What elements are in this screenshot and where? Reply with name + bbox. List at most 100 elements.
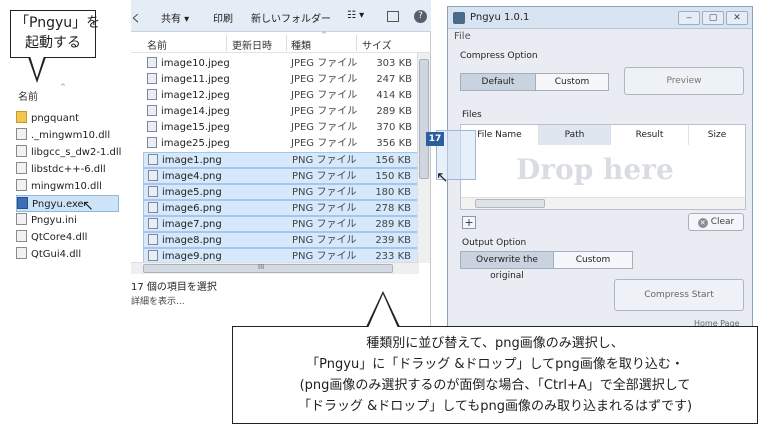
file-name: Pngyu.exe [32, 199, 84, 210]
new-folder-button[interactable]: 新しいフォルダー [251, 10, 331, 25]
file-type: JPEG ファイル [291, 138, 358, 149]
window-title: Pngyu 1.0.1 [470, 12, 530, 23]
view-options-button[interactable]: ☷ ▾ [347, 10, 364, 21]
drag-cursor-icon: ↖ [436, 168, 449, 186]
default-option-button[interactable]: Default [460, 73, 536, 91]
title-bar[interactable]: Pngyu 1.0.1 ‒ ▢ ✕ [448, 7, 752, 29]
file-item[interactable]: libstdc++-6.dll [16, 161, 119, 178]
scroll-thumb[interactable] [419, 59, 429, 179]
clear-button[interactable]: ✕ Clear [688, 213, 744, 231]
compress-option-label: Compress Option [460, 51, 538, 61]
overwrite-original-button[interactable]: Overwrite the original [460, 251, 554, 281]
file-row-selected[interactable]: image7.png PNG ファイル 289 KB [143, 216, 418, 232]
file-type: JPEG ファイル [291, 106, 358, 117]
column-header-result[interactable]: Result [611, 125, 689, 145]
output-custom-button[interactable]: Custom [553, 251, 633, 269]
left-column-header-name[interactable]: 名前 [18, 88, 38, 103]
column-header-size[interactable]: Size [689, 125, 745, 145]
file-type: PNG ファイル [292, 219, 357, 230]
file-type: JPEG ファイル [291, 58, 358, 69]
file-size: 414 KB [376, 90, 412, 101]
file-row[interactable]: image25.jpeg JPEG ファイル 356 KB [143, 136, 418, 152]
instruction-line-3: (png画像のみ選択するのが面倒な場合、「Ctrl+A」で全部選択して [299, 378, 691, 393]
preview-pane-icon[interactable] [387, 11, 399, 22]
file-name: libstdc++-6.dll [31, 164, 106, 175]
file-name: image1.png [162, 155, 222, 166]
file-name: image12.jpeg [161, 90, 230, 101]
file-item[interactable]: ._mingwm10.dll [16, 127, 119, 144]
explorer-toolbar: く 共有 ▾ 印刷 新しいフォルダー ☷ ▾ ? [131, 0, 431, 32]
file-row[interactable]: image10.jpeg JPEG ファイル 303 KB [143, 56, 418, 72]
file-name: image6.png [162, 203, 222, 214]
horizontal-scrollbar[interactable] [461, 197, 745, 209]
file-name: image15.jpeg [161, 122, 230, 133]
scroll-thumb[interactable]: III [143, 263, 393, 273]
file-item[interactable]: pngquant [16, 110, 119, 127]
dll-icon [16, 179, 27, 191]
file-row-selected[interactable]: image1.png PNG ファイル 156 KB [143, 152, 418, 168]
pngyu-window: Pngyu 1.0.1 ‒ ▢ ✕ File Compress Option D… [447, 6, 753, 332]
vertical-scrollbar[interactable] [417, 53, 430, 263]
callout-tail-inner [30, 56, 44, 78]
custom-option-button[interactable]: Custom [535, 73, 609, 91]
maximize-button[interactable]: ▢ [702, 11, 724, 25]
file-name: QtCore4.dll [31, 232, 88, 243]
file-name: image11.jpeg [161, 74, 230, 85]
file-size: 370 KB [376, 122, 412, 133]
file-type: PNG ファイル [292, 187, 357, 198]
file-item[interactable]: mingwm10.dll [16, 178, 119, 195]
file-row[interactable]: image12.jpeg JPEG ファイル 414 KB [143, 88, 418, 104]
file-row-selected[interactable]: image8.png PNG ファイル 239 KB [143, 232, 418, 248]
file-name: image5.png [162, 187, 222, 198]
file-item[interactable]: QtGui4.dll [16, 246, 119, 263]
back-button[interactable]: く [131, 10, 141, 25]
menu-file[interactable]: File [454, 31, 471, 42]
file-item-pngyu-exe[interactable]: Pngyu.exe [16, 195, 119, 212]
print-button[interactable]: 印刷 [213, 10, 233, 25]
file-row-selected[interactable]: image6.png PNG ファイル 278 KB [143, 200, 418, 216]
middle-explorer-window: く 共有 ▾ 印刷 新しいフォルダー ☷ ▾ ? 名前 更新日時 種類 ^ サイ… [131, 0, 431, 338]
file-type: PNG ファイル [292, 171, 357, 182]
help-icon[interactable]: ? [414, 10, 427, 23]
png-file-icon [148, 202, 158, 213]
column-header-size[interactable]: サイズ [362, 37, 392, 52]
share-button[interactable]: 共有 ▾ [161, 10, 189, 25]
file-row[interactable]: image15.jpeg JPEG ファイル 370 KB [143, 120, 418, 136]
file-item[interactable]: Pngyu.ini [16, 212, 119, 229]
left-explorer-pane: 「Pngyu」を 起動する ^ 名前 pngquant ._mingwm10.d… [0, 0, 130, 428]
column-header-type[interactable]: 種類 [291, 37, 311, 52]
png-file-icon [148, 170, 158, 181]
compress-start-button[interactable]: Compress Start [614, 279, 744, 311]
file-row[interactable]: image11.jpeg JPEG ファイル 247 KB [143, 72, 418, 88]
file-type: PNG ファイル [292, 203, 357, 214]
sort-caret-icon: ^ [60, 83, 66, 91]
horizontal-scrollbar[interactable]: III [131, 262, 419, 274]
preview-button[interactable]: Preview [624, 67, 744, 95]
column-header-date[interactable]: 更新日時 [232, 37, 272, 52]
file-name: ._mingwm10.dll [31, 130, 111, 141]
file-list-drop-area[interactable]: File Name Path Result Size Drop here [460, 124, 746, 210]
column-header-path[interactable]: Path [539, 125, 611, 145]
file-item[interactable]: libgcc_s_dw2-1.dll [16, 144, 121, 161]
show-details-link[interactable]: 詳細を表示... [131, 294, 185, 307]
jpeg-file-icon [147, 89, 157, 100]
exe-icon [17, 197, 28, 209]
clear-label: Clear [710, 217, 735, 227]
close-button[interactable]: ✕ [726, 11, 748, 25]
minimize-button[interactable]: ‒ [678, 11, 700, 25]
drag-count-badge: 17 [426, 132, 444, 146]
file-name: mingwm10.dll [31, 181, 102, 192]
scroll-thumb[interactable] [475, 199, 545, 208]
jpeg-file-icon [147, 121, 157, 132]
add-file-button[interactable]: + [462, 216, 476, 229]
file-row[interactable]: image14.jpeg JPEG ファイル 289 KB [143, 104, 418, 120]
column-header-name[interactable]: 名前 [147, 37, 167, 52]
file-type: PNG ファイル [292, 155, 357, 166]
folder-icon [16, 111, 27, 123]
file-name: Pngyu.ini [31, 215, 77, 226]
sort-caret-icon: ^ [321, 31, 327, 39]
file-name: image7.png [162, 219, 222, 230]
file-item[interactable]: QtCore4.dll [16, 229, 119, 246]
file-row-selected[interactable]: image5.png PNG ファイル 180 KB [143, 184, 418, 200]
file-row-selected[interactable]: image4.png PNG ファイル 150 KB [143, 168, 418, 184]
